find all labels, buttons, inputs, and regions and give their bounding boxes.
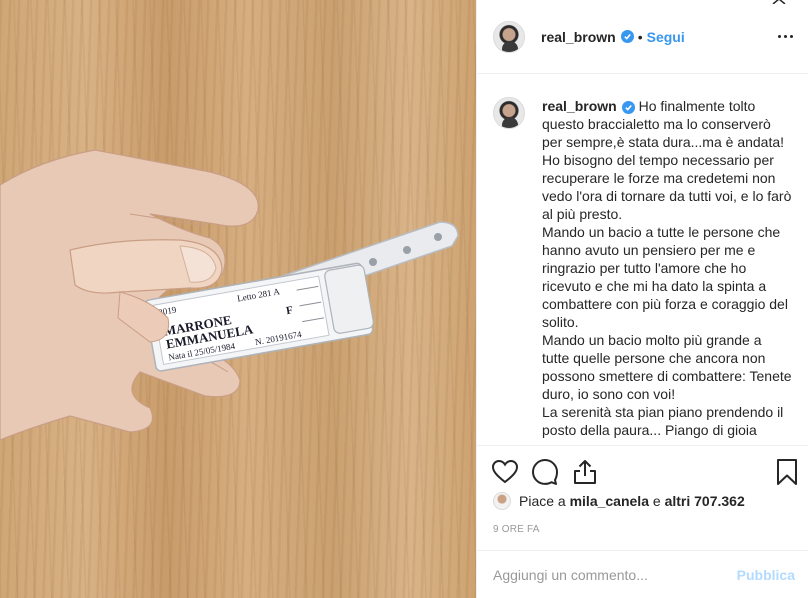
verified-badge-icon <box>620 30 634 43</box>
likes-summary: Piace a mila_canela e altri 707.362 <box>493 492 745 510</box>
likes-count-link[interactable]: altri 707.362 <box>665 493 745 509</box>
caption-verified-badge-icon <box>621 101 635 114</box>
caption-username[interactable]: real_brown <box>542 98 617 114</box>
comment-icon[interactable] <box>531 458 559 486</box>
caption-paragraph-1: real_brown Ho finalmente tolto questo br… <box>542 97 792 223</box>
post-header: real_brown • Segui <box>477 0 808 74</box>
caption-paragraph-2: Mando un bacio a tutte le persone che ha… <box>542 224 788 330</box>
photo-illustration: 2019 Letto 281 A MARRONE F EMMANUELA Nat… <box>0 149 459 441</box>
separator-dot: • <box>637 28 643 45</box>
caption-paragraph-3: Mando un bacio molto più grande a tutte … <box>542 332 792 402</box>
heart-icon[interactable] <box>491 458 519 486</box>
likes-prefix: Piace a <box>519 493 566 509</box>
comment-form: Pubblica <box>477 550 808 598</box>
author-username[interactable]: real_brown <box>541 29 616 45</box>
more-options-icon[interactable] <box>775 26 795 46</box>
share-icon[interactable] <box>571 458 599 486</box>
post-photo[interactable]: 2019 Letto 281 A MARRONE F EMMANUELA Nat… <box>0 0 476 598</box>
post-timestamp[interactable]: 9 ORE FA <box>493 524 540 535</box>
comment-input[interactable] <box>493 566 737 583</box>
caption-section: real_brown Ho finalmente tolto questo br… <box>477 75 808 445</box>
likes-conjunction: e <box>652 493 661 509</box>
follow-button[interactable]: Segui <box>647 29 685 45</box>
post-side-panel: real_brown • Segui real_brown Ho finalme… <box>476 0 808 598</box>
caption-paragraph-1-text: Ho finalmente tolto questo braccialetto … <box>542 98 792 222</box>
action-bar <box>477 445 808 497</box>
author-avatar[interactable] <box>493 20 525 53</box>
publish-button[interactable]: Pubblica <box>737 567 795 583</box>
caption-author-avatar[interactable] <box>493 97 525 129</box>
caption-paragraph-4: La serenità sta pian piano prendendo il … <box>542 404 784 438</box>
caption-text: real_brown Ho finalmente tolto questo br… <box>542 97 792 445</box>
liker-username[interactable]: mila_canela <box>570 493 649 509</box>
bookmark-icon[interactable] <box>773 458 801 486</box>
liker-avatar[interactable] <box>493 492 511 510</box>
